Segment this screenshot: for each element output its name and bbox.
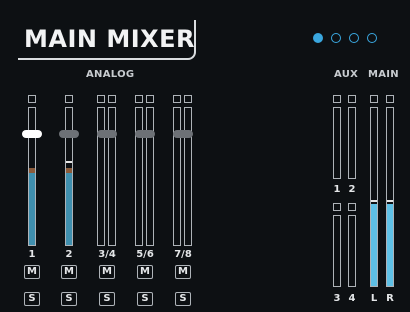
clip-indicator	[28, 95, 36, 103]
fader-knob[interactable]	[59, 130, 79, 138]
aux1-clip-indicator	[333, 95, 341, 103]
clip-indicator-left	[173, 95, 181, 103]
aux4-clip-indicator	[348, 203, 356, 211]
section-label-main: MAIN	[368, 69, 399, 80]
aux3-label: 3	[333, 293, 341, 304]
mute-button[interactable]: M	[99, 265, 115, 279]
page-dot-4[interactable]	[367, 33, 377, 43]
channel-label: 1	[28, 249, 36, 260]
solo-button[interactable]: S	[175, 292, 191, 306]
mute-button[interactable]: M	[24, 265, 40, 279]
clip-indicator-right	[146, 95, 154, 103]
level-meter-right	[108, 107, 116, 246]
clip-indicator-right	[184, 95, 192, 103]
level-meter	[28, 107, 36, 246]
title-frame: MAIN MIXER	[18, 20, 196, 60]
aux3-meter	[333, 215, 341, 287]
level-meter-left	[173, 107, 181, 246]
aux2-clip-indicator	[348, 95, 356, 103]
page-dot-2[interactable]	[331, 33, 341, 43]
aux4-label: 4	[348, 293, 356, 304]
solo-button[interactable]: S	[99, 292, 115, 306]
fader-knob[interactable]	[135, 130, 155, 138]
level-meter-left	[135, 107, 143, 246]
main-left-meter	[370, 107, 378, 287]
fader-knob[interactable]	[22, 130, 42, 138]
mute-button[interactable]: M	[61, 265, 77, 279]
main-right-label: R	[386, 293, 394, 304]
main-left-clip-indicator	[370, 95, 378, 103]
section-label-aux: AUX	[334, 69, 359, 80]
aux2-meter	[348, 107, 356, 179]
aux2-label: 2	[348, 184, 356, 195]
page-indicator[interactable]	[313, 33, 377, 43]
page-dot-1[interactable]	[313, 33, 323, 43]
aux1-meter	[333, 107, 341, 179]
clip-indicator-left	[135, 95, 143, 103]
clip-indicator-right	[108, 95, 116, 103]
page-dot-3[interactable]	[349, 33, 359, 43]
fader-knob[interactable]	[97, 130, 117, 138]
page-title: MAIN MIXER	[24, 25, 196, 53]
solo-button[interactable]: S	[61, 292, 77, 306]
clip-indicator-left	[97, 95, 105, 103]
main-left-label: L	[370, 293, 378, 304]
channel-label: 7/8	[174, 249, 192, 260]
level-meter-right	[184, 107, 192, 246]
solo-button[interactable]: S	[137, 292, 153, 306]
level-meter-right	[146, 107, 154, 246]
level-meter-left	[97, 107, 105, 246]
channel-label: 2	[65, 249, 73, 260]
channel-label: 5/6	[136, 249, 154, 260]
level-meter	[65, 107, 73, 246]
mute-button[interactable]: M	[175, 265, 191, 279]
section-label-analog: ANALOG	[86, 69, 135, 80]
clip-indicator	[65, 95, 73, 103]
aux3-clip-indicator	[333, 203, 341, 211]
main-right-meter	[386, 107, 394, 287]
mute-button[interactable]: M	[137, 265, 153, 279]
solo-button[interactable]: S	[24, 292, 40, 306]
channel-label: 3/4	[98, 249, 116, 260]
fader-knob[interactable]	[173, 130, 193, 138]
aux4-meter	[348, 215, 356, 287]
main-right-clip-indicator	[386, 95, 394, 103]
aux1-label: 1	[333, 184, 341, 195]
